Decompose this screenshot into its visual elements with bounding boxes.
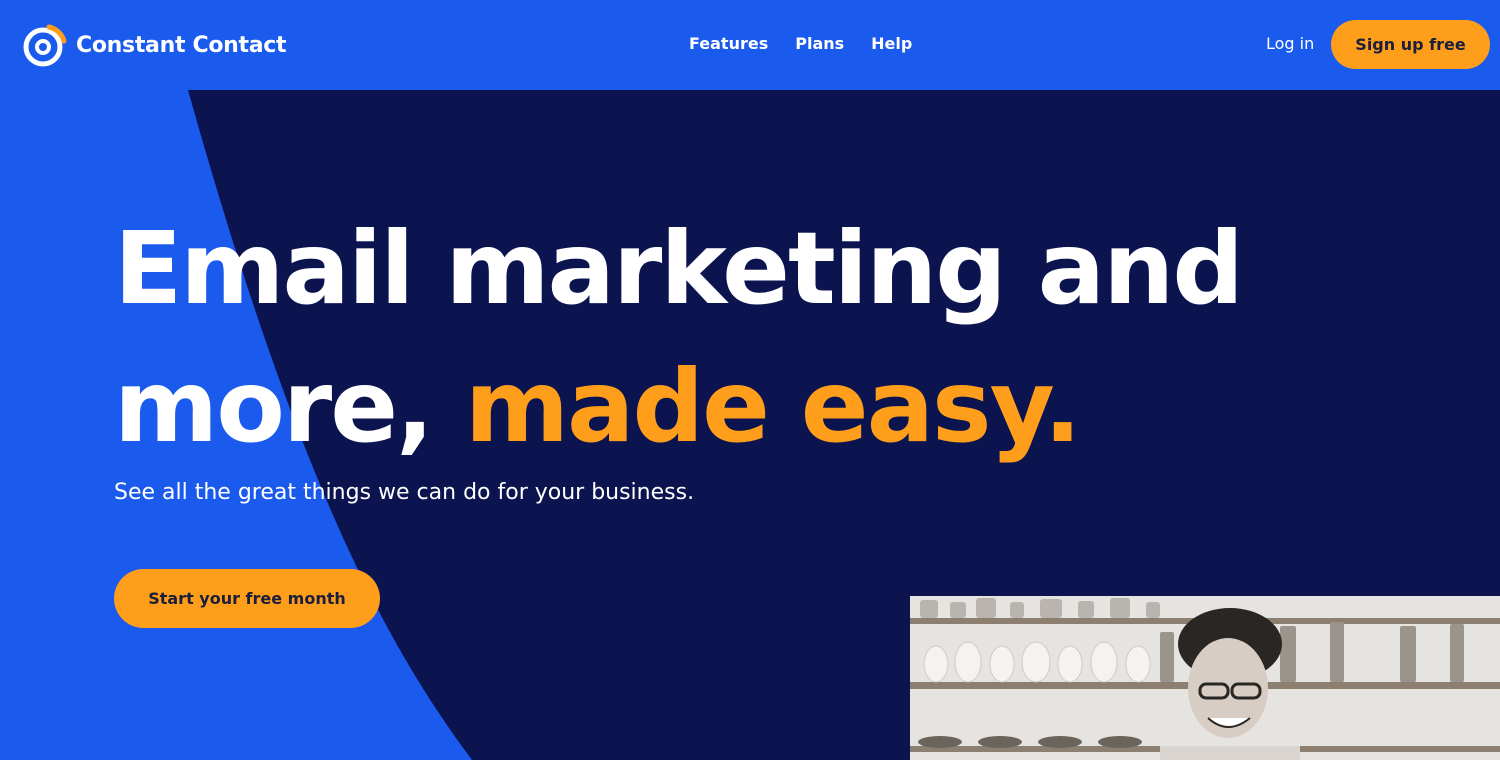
nav-item-plans[interactable]: Plans xyxy=(795,34,844,53)
hero-headline: Email marketing and more, made easy. xyxy=(114,200,1414,476)
constant-contact-logo-icon xyxy=(23,24,67,67)
main-nav: Features Plans Help xyxy=(689,34,939,53)
nav-item-features[interactable]: Features xyxy=(689,34,768,53)
site-header: Constant Contact Features Plans Help Log… xyxy=(0,0,1500,90)
brand-logo[interactable]: Constant Contact xyxy=(22,22,287,68)
login-link[interactable]: Log in xyxy=(1266,34,1314,53)
headline-line-1: Email marketing and xyxy=(114,210,1244,327)
hero-subtext: See all the great things we can do for y… xyxy=(114,480,695,505)
start-free-month-button[interactable]: Start your free month xyxy=(114,569,380,628)
pottery-studio-image xyxy=(910,596,1500,760)
headline-accent: made easy. xyxy=(464,348,1082,465)
nav-item-help[interactable]: Help xyxy=(871,34,912,53)
brand-name: Constant Contact xyxy=(76,32,287,58)
hero-photo xyxy=(910,596,1500,760)
sign-up-button[interactable]: Sign up free xyxy=(1331,20,1490,69)
headline-line-2-lead: more, xyxy=(114,348,465,465)
